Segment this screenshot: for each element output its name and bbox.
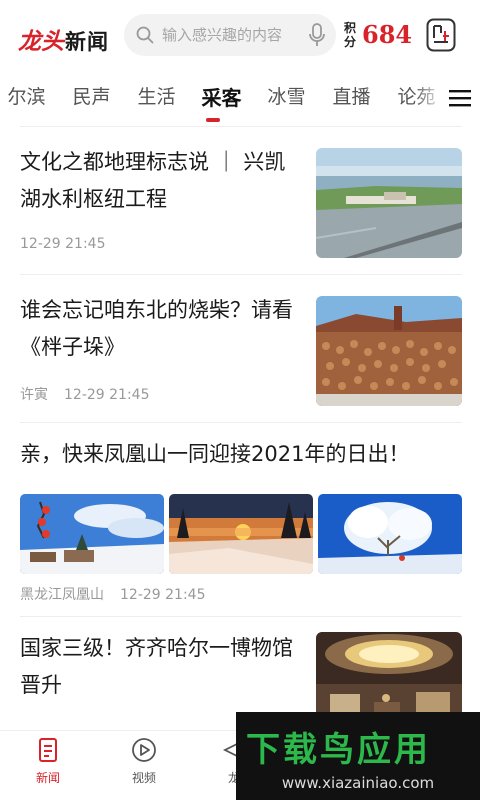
news-title: 亲，快来凤凰山一同迎接2021年的日出！ xyxy=(20,442,410,466)
watermark-title: 下载鸟应用 xyxy=(246,730,431,770)
news-time: 12-29 21:45 xyxy=(20,236,106,252)
news-source: 许寅 xyxy=(20,387,48,403)
points-value: 684 xyxy=(362,20,413,49)
feed-divider xyxy=(20,126,462,127)
news-feed[interactable]: 文化之都地理标志说 ｜ 兴凯湖水利枢纽工程 12-29 21:45 谁会忘记咱东… xyxy=(0,124,480,730)
nav-item-video[interactable]: 视频 xyxy=(114,737,174,786)
points-label: 积分 xyxy=(344,20,357,49)
news-image-gallery xyxy=(20,494,462,574)
video-play-icon xyxy=(132,738,156,762)
feed-divider xyxy=(20,422,462,423)
news-thumbnail-woodpile xyxy=(316,296,462,406)
news-meta: 12-29 21:45 xyxy=(20,236,105,252)
tab-minsheng[interactable]: 民声 xyxy=(59,82,124,111)
download-site-watermark: 下载鸟应用 www.xiazainiao.com xyxy=(236,712,480,800)
news-title: 谁会忘记咱东北的烧柴？请看《柈子垛》 xyxy=(20,298,293,359)
tab-bingxue[interactable]: 冰雪 xyxy=(254,82,319,111)
logo-brand-text: 新闻 xyxy=(65,30,109,54)
nav-label-video: 视频 xyxy=(131,771,156,785)
watermark-url: www.xiazainiao.com xyxy=(281,774,435,792)
news-time: 12-29 21:45 xyxy=(120,587,206,603)
channel-tab-strip: 尔滨 民声 生活 采客 冰雪 直播 论苑 xyxy=(0,82,449,111)
news-image-sunrise xyxy=(169,494,313,574)
news-item-3[interactable]: 亲，快来凤凰山一同迎接2021年的日出！ 黑龙江凤凰山 12-29 21:45 xyxy=(20,436,462,604)
feed-divider xyxy=(20,274,462,275)
feed-divider xyxy=(20,616,462,617)
news-meta: 黑龙江凤凰山 12-29 21:45 xyxy=(20,584,205,604)
news-title: 文化之都地理标志说 ｜ 兴凯湖水利枢纽工程 xyxy=(20,150,286,211)
logo-brand-mark: 龙头 xyxy=(18,28,64,55)
news-item-1[interactable]: 文化之都地理标志说 ｜ 兴凯湖水利枢纽工程 12-29 21:45 xyxy=(20,144,462,260)
search-icon xyxy=(136,26,154,44)
nav-item-news[interactable]: 新闻 xyxy=(18,737,78,786)
channel-tabs: 尔滨 民声 生活 采客 冰雪 直播 论苑 xyxy=(0,72,480,124)
news-item-2[interactable]: 谁会忘记咱东北的烧柴？请看《柈子垛》 许寅 12-29 21:45 xyxy=(20,292,462,408)
app-header: 龙头 新闻 积分 684 xyxy=(0,0,480,72)
news-source: 黑龙江凤凰山 xyxy=(20,587,104,603)
microphone-icon[interactable] xyxy=(308,23,326,47)
listen-news-icon[interactable] xyxy=(426,18,456,52)
app-logo: 龙头 新闻 xyxy=(18,22,109,56)
tab-zhibo[interactable]: 直播 xyxy=(319,82,384,111)
tab-caike[interactable]: 采客 xyxy=(189,82,254,111)
tab-shenghuo[interactable]: 生活 xyxy=(124,82,189,111)
news-thumbnail-dam xyxy=(316,148,462,258)
news-icon xyxy=(39,738,57,762)
news-image-snow-village xyxy=(20,494,164,574)
news-time: 12-29 21:45 xyxy=(64,387,150,403)
news-title: 国家三级！齐齐哈尔一博物馆晋升 xyxy=(20,636,293,697)
active-tab-indicator xyxy=(206,118,220,122)
news-meta: 许寅 12-29 21:45 xyxy=(20,384,149,404)
channel-menu-button[interactable] xyxy=(440,72,480,124)
search-bar[interactable] xyxy=(124,14,336,56)
news-meta xyxy=(20,722,36,730)
nav-label-news: 新闻 xyxy=(35,771,60,785)
tab-erbin[interactable]: 尔滨 xyxy=(0,82,59,111)
points-display[interactable]: 积分 684 xyxy=(344,20,412,49)
news-image-frosted-tree xyxy=(318,494,462,574)
hamburger-menu-icon xyxy=(449,90,471,107)
search-input[interactable] xyxy=(162,26,300,44)
